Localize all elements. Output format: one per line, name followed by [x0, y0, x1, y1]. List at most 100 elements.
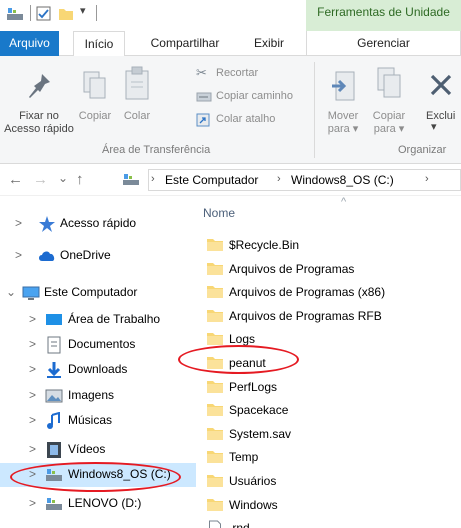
qat-dropdown-icon[interactable]: ▾ [80, 4, 86, 17]
breadcrumb-separator[interactable]: › [425, 173, 429, 185]
nav-item[interactable]: > Imagens [0, 384, 196, 408]
paste-button[interactable]: Colar [118, 64, 156, 142]
up-arrow-icon[interactable]: ↑ [76, 171, 84, 189]
delete-button[interactable]: Exclui ▾ [418, 64, 461, 142]
folder-icon [207, 498, 223, 511]
copy-to-label-2: para ▾ [373, 123, 405, 135]
pin-quick-access-button[interactable]: Fixar no Acesso rápido [4, 64, 74, 142]
tab-gerenciar[interactable]: Gerenciar [306, 31, 461, 56]
list-item[interactable]: Temp [201, 447, 461, 469]
copy-label: Copiar [78, 110, 112, 122]
nav-item[interactable]: > LENOVO (D:) [0, 492, 196, 516]
expand-chevron-icon[interactable]: ⌄ [6, 285, 16, 299]
list-item[interactable]: Spacekace [201, 400, 461, 422]
breadcrumb-separator[interactable]: › [277, 173, 281, 185]
move-to-button[interactable]: Mover para ▾ [322, 64, 364, 142]
paste-shortcut-button[interactable]: Colar atalho [196, 112, 296, 130]
desktop-icon [46, 314, 62, 325]
folder-icon [207, 309, 223, 322]
breadcrumb-separator[interactable]: › [151, 173, 155, 185]
address-row: ← → ⌄ ↑ › Este Computador › Windows8_OS … [0, 165, 461, 196]
copy-path-icon [196, 92, 212, 102]
ribbon-tabs: Arquivo Início Compartilhar Exibir Geren… [0, 31, 461, 57]
expand-chevron-icon[interactable]: > [29, 312, 36, 326]
expand-chevron-icon[interactable]: > [15, 216, 22, 230]
sort-ascending-icon: ^ [341, 196, 347, 208]
address-bar[interactable]: › Este Computador › Windows8_OS (C:) › [148, 169, 461, 191]
expand-chevron-icon[interactable]: > [29, 337, 36, 351]
paste-icon [125, 66, 149, 100]
pin-icon [29, 74, 50, 98]
file-name: System.sav [229, 426, 292, 441]
nav-item[interactable]: > Documentos [0, 333, 196, 357]
tab-arquivo[interactable]: Arquivo [0, 31, 59, 56]
copy-to-button[interactable]: Copiar para ▾ [366, 64, 412, 142]
nav-item[interactable]: ⌄ Este Computador [0, 281, 196, 305]
list-item[interactable]: Usuários [201, 471, 461, 493]
nav-item-label: Vídeos [68, 442, 106, 456]
tab-exibir[interactable]: Exibir [248, 31, 290, 56]
cut-button[interactable]: ✂ Recortar [196, 65, 296, 84]
delete-icon [430, 74, 452, 96]
folder-icon [207, 475, 223, 487]
checkbox-icon[interactable] [36, 6, 52, 22]
expand-chevron-icon[interactable]: > [29, 496, 36, 510]
file-name: Arquivos de Programas [229, 261, 355, 276]
cut-label: Recortar [216, 67, 259, 79]
drive-icon [123, 174, 139, 185]
nav-item[interactable]: > Músicas [0, 409, 196, 433]
breadcrumb-windows8-os[interactable]: Windows8_OS (C:) [291, 173, 394, 187]
computer-icon [22, 286, 40, 300]
expand-chevron-icon[interactable]: > [29, 362, 36, 376]
download-icon [47, 362, 61, 378]
folder-icon [207, 333, 223, 346]
nav-item[interactable]: > Área de Trabalho [0, 308, 196, 332]
folder-icon [207, 380, 223, 393]
music-icon [47, 412, 60, 429]
nav-item-label: Músicas [68, 413, 113, 427]
nav-item-label: Área de Trabalho [68, 312, 161, 326]
list-item[interactable]: Arquivos de Programas [201, 259, 461, 281]
nav-item[interactable]: > Vídeos [0, 438, 196, 462]
back-arrow-icon[interactable]: ← [8, 171, 23, 189]
list-item[interactable]: Arquivos de Programas RFB [201, 306, 461, 328]
breadcrumb-este-computador[interactable]: Este Computador [165, 173, 258, 187]
nav-item[interactable]: > OneDrive [0, 244, 196, 268]
list-item[interactable]: PerfLogs [201, 377, 461, 399]
forward-arrow-icon[interactable]: → [33, 171, 48, 189]
qat-divider [96, 5, 97, 21]
pin-label-2: Acesso rápido [4, 123, 74, 135]
nav-item-label: Imagens [68, 388, 115, 402]
document-icon [47, 336, 61, 354]
list-item[interactable]: .rnd [201, 518, 461, 528]
column-name-label: Nome [203, 206, 236, 220]
delete-dropdown-icon[interactable]: ▾ [431, 121, 443, 134]
folder-icon[interactable] [58, 6, 74, 22]
video-icon [47, 442, 61, 458]
tab-compartilhar[interactable]: Compartilhar [144, 31, 226, 56]
list-item[interactable]: System.sav [201, 424, 461, 446]
expand-chevron-icon[interactable]: > [15, 248, 22, 262]
folder-icon [207, 286, 223, 299]
context-tab-ferramentas[interactable]: Ferramentas de Unidade [306, 0, 461, 31]
tab-inicio[interactable]: Início [73, 31, 125, 57]
drive-icon [7, 8, 23, 20]
list-item[interactable]: Windows [201, 495, 461, 517]
star-icon [39, 216, 55, 232]
expand-chevron-icon[interactable]: > [29, 413, 36, 427]
list-item[interactable]: $Recycle.Bin [201, 235, 461, 257]
folder-icon [207, 451, 223, 464]
nav-item[interactable]: > Downloads [0, 358, 196, 382]
copy-path-button[interactable]: Copiar caminho [196, 89, 316, 107]
copy-button[interactable]: Copiar [74, 64, 116, 142]
list-item[interactable]: Arquivos de Programas (x86) [201, 282, 461, 304]
paste-shortcut-label: Colar atalho [216, 113, 276, 125]
ribbon-panel: Fixar no Acesso rápido Copiar Colar ✂ Re… [0, 56, 461, 164]
nav-item[interactable]: > Acesso rápido [0, 212, 196, 236]
column-header-name[interactable]: Nome ^ [201, 196, 461, 226]
recent-locations-icon[interactable]: ⌄ [58, 169, 68, 187]
move-icon [332, 71, 355, 101]
expand-chevron-icon[interactable]: > [29, 442, 36, 456]
expand-chevron-icon[interactable]: > [29, 388, 36, 402]
copy-to-icon [377, 67, 401, 98]
